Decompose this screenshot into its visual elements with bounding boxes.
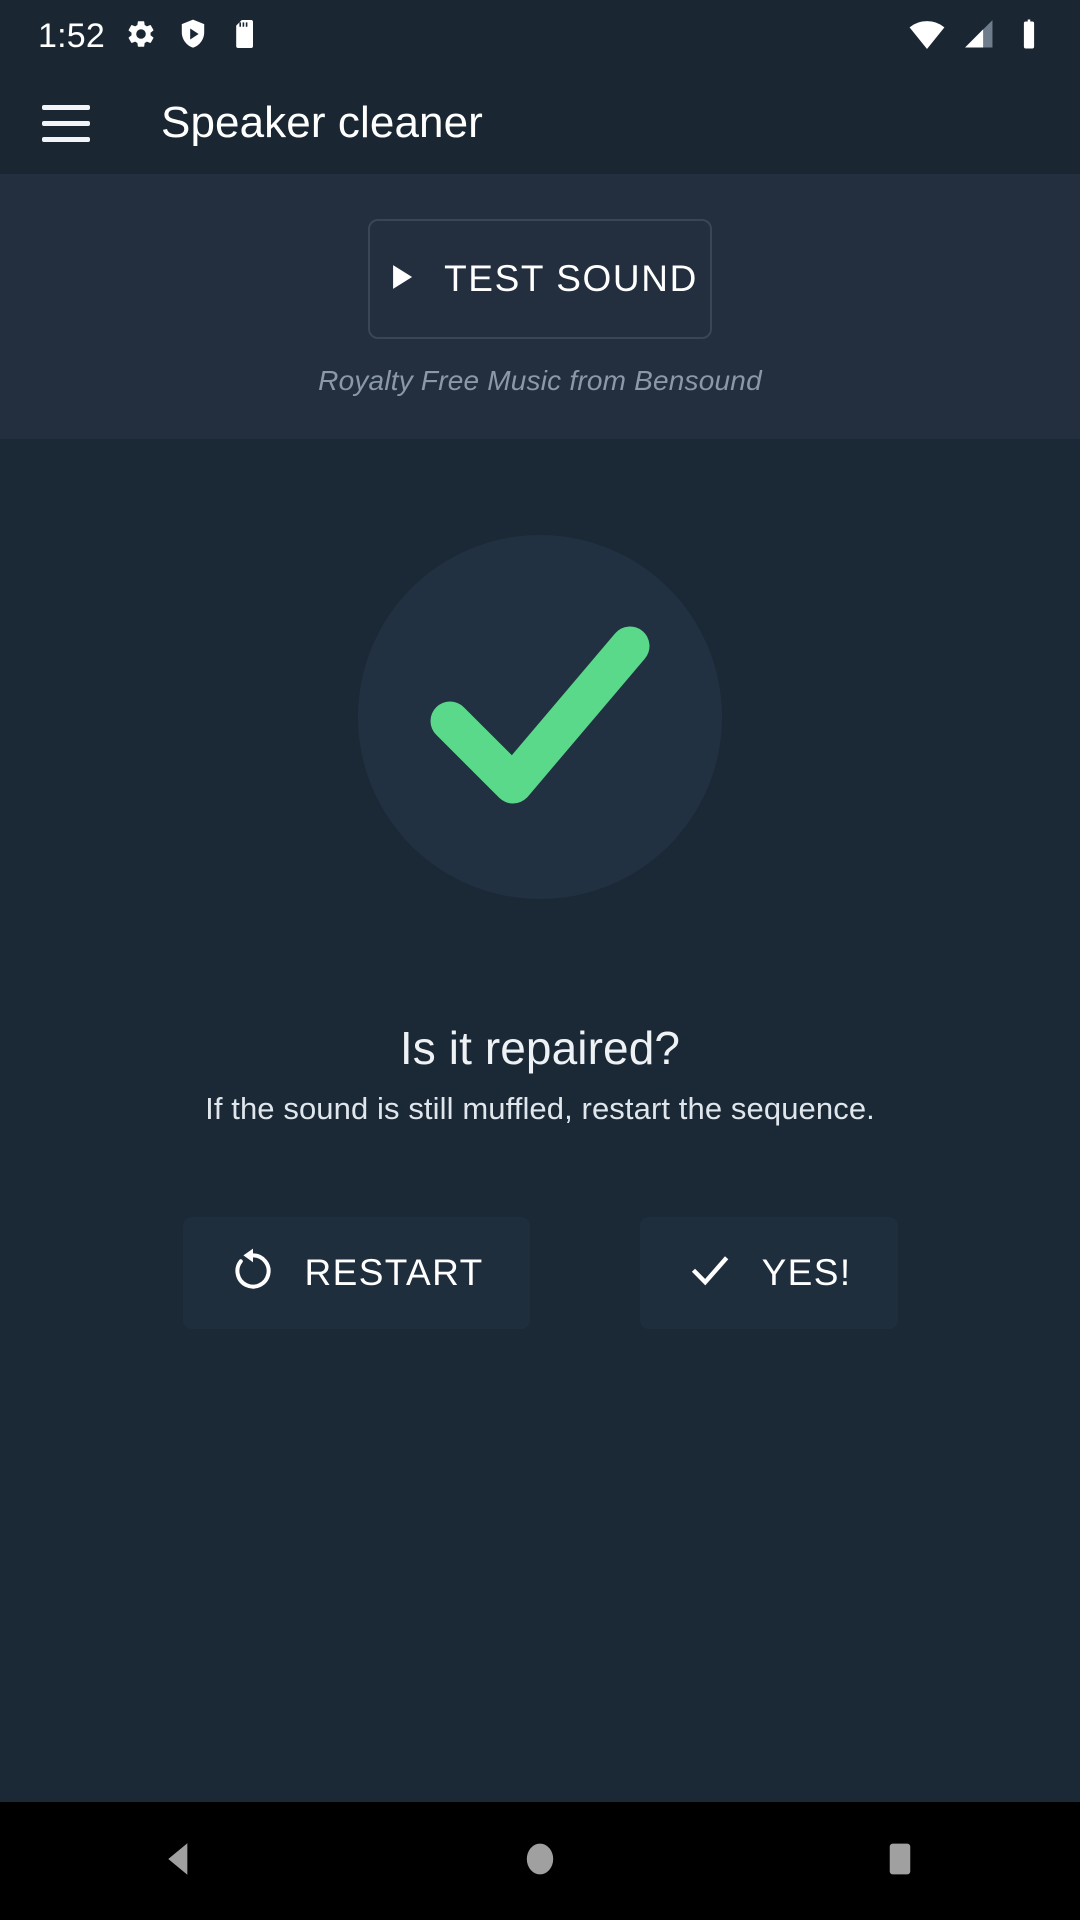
status-bar-right-group xyxy=(908,15,1046,58)
status-bar-clock: 1:52 xyxy=(38,17,105,55)
battery-icon xyxy=(1012,17,1046,56)
menu-line-3 xyxy=(42,136,90,142)
menu-line-2 xyxy=(42,120,90,126)
play-protect-shield-icon xyxy=(177,18,209,55)
app-screen: 1:52 Speaker cleaner TEST SOUND Royalty … xyxy=(0,0,1080,1920)
checkmark-icon xyxy=(390,565,690,870)
test-sound-button[interactable]: TEST SOUND xyxy=(368,219,712,339)
status-bar-left-group: 1:52 xyxy=(38,18,261,55)
back-button[interactable] xyxy=(90,1802,270,1920)
restart-button[interactable]: RESTART xyxy=(182,1217,530,1329)
status-bar: 1:52 xyxy=(0,0,1080,72)
app-title: Speaker cleaner xyxy=(161,98,483,147)
hamburger-menu-icon[interactable] xyxy=(42,92,104,154)
menu-line-1 xyxy=(42,104,90,110)
recents-square-icon xyxy=(878,1837,922,1886)
music-attribution: Royalty Free Music from Bensound xyxy=(318,365,762,396)
restart-rotate-icon xyxy=(229,1247,277,1300)
question-subtitle: If the sound is still muffled, restart t… xyxy=(205,1091,875,1126)
test-sound-label: TEST SOUND xyxy=(444,258,698,299)
cellular-signal-icon xyxy=(960,15,998,58)
home-circle-icon xyxy=(518,1837,562,1886)
yes-button[interactable]: YES! xyxy=(639,1217,898,1329)
question-title: Is it repaired? xyxy=(399,1022,681,1074)
sd-card-icon xyxy=(229,18,261,55)
system-navigation-bar xyxy=(0,1802,1080,1920)
app-bar: Speaker cleaner xyxy=(0,72,1080,174)
recents-button[interactable] xyxy=(810,1802,990,1920)
wifi-icon xyxy=(908,15,946,58)
check-icon xyxy=(686,1247,734,1300)
main-content: Is it repaired? If the sound is still mu… xyxy=(0,439,1080,1802)
status-circle xyxy=(358,535,722,899)
settings-gear-icon xyxy=(125,18,157,55)
restart-button-label: RESTART xyxy=(304,1252,484,1293)
play-icon xyxy=(382,258,420,301)
home-button[interactable] xyxy=(450,1802,630,1920)
action-button-row: RESTART YES! xyxy=(0,1217,1080,1329)
yes-button-label: YES! xyxy=(761,1252,852,1293)
back-triangle-icon xyxy=(158,1837,202,1886)
test-sound-panel: TEST SOUND Royalty Free Music from Benso… xyxy=(0,174,1080,439)
